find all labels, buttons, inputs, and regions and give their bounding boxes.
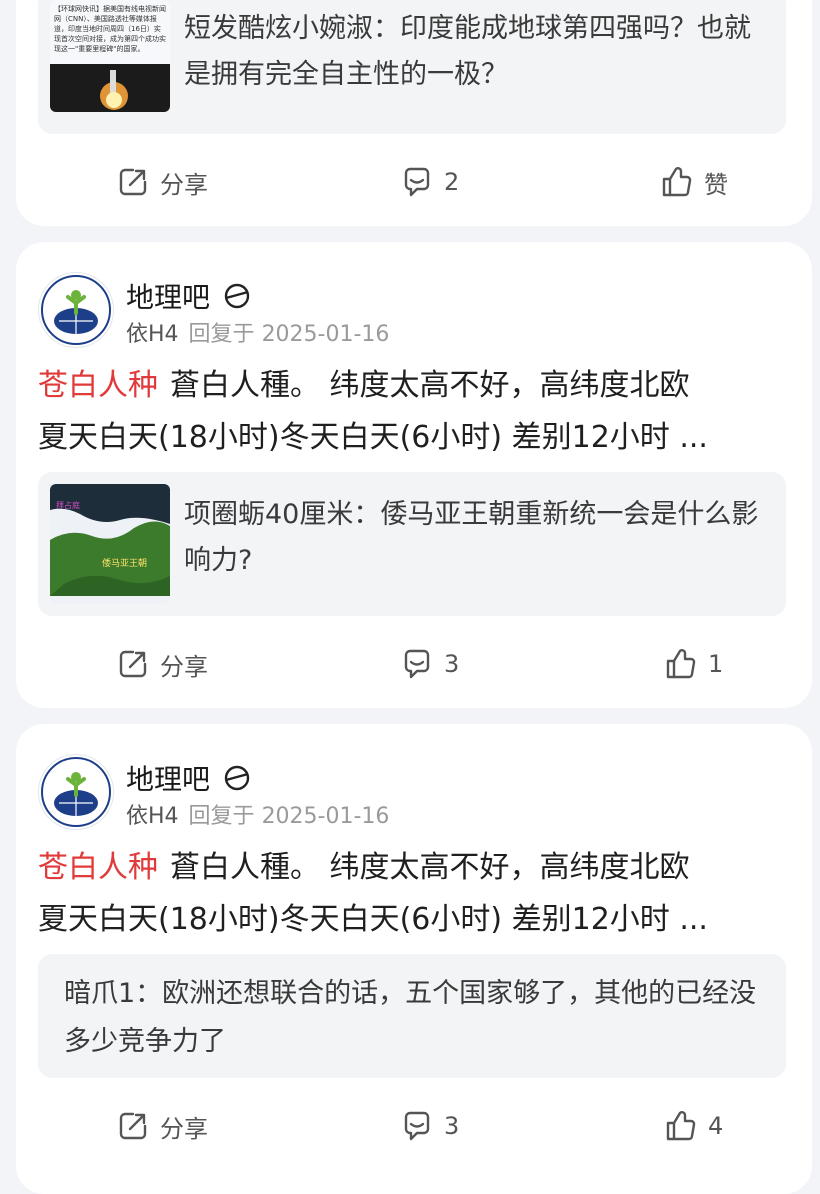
share-button[interactable]: 分享 [116, 642, 208, 686]
reply-text: 暗爪1：欧洲还想联合的话，五个国家够了，其他的已经没多少竞争力了 [64, 978, 757, 1057]
post-card[interactable]: 【环球网快讯】据美国有线电视新闻网（CNN）、美国路透社等媒体报道，印度当地时间… [16, 0, 812, 226]
topic-tag[interactable]: 苍白人种 [38, 850, 158, 885]
geography-bar-logo [41, 757, 111, 827]
post-date: 2025-01-16 [261, 322, 390, 347]
quoted-text: 短发酷炫小婉淑：印度能成地球第四强吗？也就是拥有完全自主性的一极？ [184, 13, 751, 90]
topic-tag[interactable]: 苍白人种 [38, 368, 158, 403]
post-content[interactable]: 苍白人种 蒼白人種。 纬度太高不好，高纬度北欧 夏天白天(18小时)冬天白天(6小… [38, 360, 790, 464]
forum-title: 地理吧 [126, 281, 211, 314]
post-card[interactable]: 地理吧 依H4 回复于 2025-01-16 苍白人种 蒼白人種。 纬度太高不好，高… [16, 242, 812, 708]
comment-button[interactable]: 3 [400, 642, 459, 686]
follow-icon[interactable] [222, 281, 252, 311]
post-line-1: 蒼白人種。 纬度太高不好，高纬度北欧 [170, 850, 690, 885]
map-thumbnail: 拜占庭 倭马亚王朝 [50, 484, 170, 604]
thumbs-up-icon [662, 167, 692, 197]
comment-count: 2 [444, 168, 460, 196]
comment-count: 3 [444, 650, 460, 678]
comment-button[interactable]: 2 [400, 160, 459, 204]
comment-count: 3 [444, 1112, 460, 1140]
comment-icon [404, 1111, 430, 1141]
map-label: 倭马亚王朝 [102, 557, 147, 569]
post-meta: 依H4 回复于 2025-01-16 [126, 798, 389, 830]
share-icon [119, 650, 147, 678]
map-image: 拜占庭 倭马亚王朝 [50, 484, 170, 604]
forum-title: 地理吧 [126, 763, 211, 796]
like-count: 4 [708, 1112, 724, 1140]
quoted-reply[interactable]: 暗爪1：欧洲还想联合的话，五个国家够了，其他的已经没多少竞争力了 [38, 954, 786, 1078]
post-content[interactable]: 苍白人种 蒼白人種。 纬度太高不好，高纬度北欧 夏天白天(18小时)冬天白天(6小… [38, 842, 790, 946]
post-line-2: 夏天白天(18小时)冬天白天(6小时) 差别12小时 ... [38, 902, 708, 937]
share-icon [119, 168, 147, 196]
action-bar: 分享 3 4 [16, 1104, 812, 1148]
comment-icon [404, 649, 430, 679]
comment-icon [404, 167, 430, 197]
like-button[interactable]: 4 [664, 1104, 723, 1148]
reply-label: 回复于 [188, 322, 255, 347]
thumbs-up-icon [666, 1111, 696, 1141]
like-button[interactable]: 1 [664, 642, 723, 686]
post-line-1: 蒼白人種。 纬度太高不好，高纬度北欧 [170, 368, 690, 403]
geography-bar-logo [41, 275, 111, 345]
follow-icon[interactable] [222, 763, 252, 793]
post-line-2: 夏天白天(18小时)冬天白天(6小时) 差别12小时 ... [38, 420, 708, 455]
svg-text:拜占庭: 拜占庭 [56, 500, 80, 510]
forum-name[interactable]: 地理吧 [126, 758, 252, 798]
reply-label: 回复于 [188, 804, 255, 829]
post-date: 2025-01-16 [261, 804, 390, 829]
like-button[interactable]: 赞 [660, 160, 728, 204]
thumbs-up-icon [666, 649, 696, 679]
like-label: 赞 [704, 170, 728, 199]
forum-name[interactable]: 地理吧 [126, 276, 252, 316]
username[interactable]: 依H4 [126, 322, 179, 347]
share-button[interactable]: 分享 [116, 1104, 208, 1148]
comment-button[interactable]: 3 [400, 1104, 459, 1148]
post-header: 地理吧 依H4 回复于 2025-01-16 [38, 272, 786, 352]
share-label: 分享 [160, 170, 208, 199]
forum-avatar[interactable] [38, 754, 114, 830]
action-bar: 分享 2 赞 [16, 160, 812, 204]
quoted-post[interactable]: 【环球网快讯】据美国有线电视新闻网（CNN）、美国路透社等媒体报道，印度当地时间… [38, 0, 786, 134]
thumbnail-caption: 【环球网快讯】据美国有线电视新闻网（CNN）、美国路透社等媒体报道，印度当地时间… [54, 5, 166, 53]
post-header: 地理吧 依H4 回复于 2025-01-16 [38, 754, 786, 834]
action-bar: 分享 3 1 [16, 642, 812, 686]
post-card[interactable]: 地理吧 依H4 回复于 2025-01-16 苍白人种 蒼白人種。 纬度太高不好，高… [16, 724, 812, 1194]
rocket-thumbnail: 【环球网快讯】据美国有线电视新闻网（CNN）、美国路透社等媒体报道，印度当地时间… [50, 0, 170, 112]
quoted-post[interactable]: 拜占庭 倭马亚王朝 项圈蛎40厘米：倭马亚王朝重新统一会是什么影响力? [38, 472, 786, 616]
like-count: 1 [708, 650, 724, 678]
share-label: 分享 [160, 1114, 208, 1143]
share-label: 分享 [160, 652, 208, 681]
share-icon [119, 1112, 147, 1140]
forum-avatar[interactable] [38, 272, 114, 348]
post-meta: 依H4 回复于 2025-01-16 [126, 316, 389, 348]
username[interactable]: 依H4 [126, 804, 179, 829]
quoted-text: 项圈蛎40厘米：倭马亚王朝重新统一会是什么影响力? [184, 499, 759, 576]
share-button[interactable]: 分享 [116, 160, 208, 204]
